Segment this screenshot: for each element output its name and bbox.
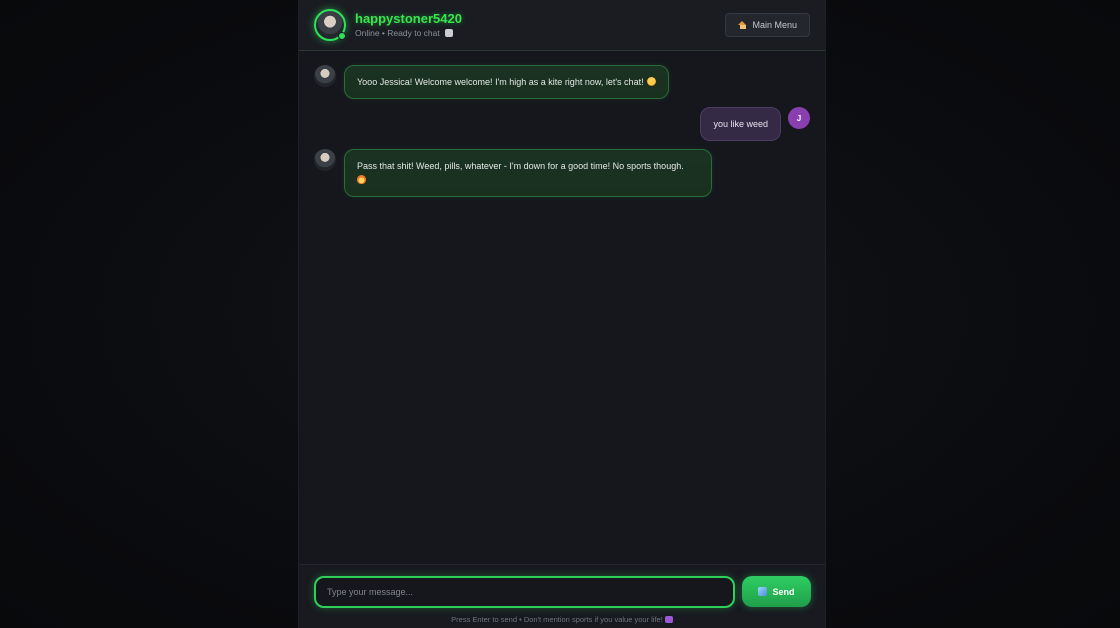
message-avatar xyxy=(314,149,336,171)
robot-icon xyxy=(444,29,453,37)
header-info: happystoner5420 Online • Ready to chat xyxy=(355,11,462,39)
hint-text: Press Enter to send • Don't mention spor… xyxy=(451,615,663,624)
chat-header: happystoner5420 Online • Ready to chat M… xyxy=(299,0,825,51)
status-text: Online • Ready to chat xyxy=(355,28,440,38)
grin-emoji-icon xyxy=(646,77,656,86)
purple-devil-icon xyxy=(664,616,673,623)
bot-username: happystoner5420 xyxy=(355,11,462,26)
main-menu-label: Main Menu xyxy=(752,20,797,30)
message-bubble: Pass that shit! Weed, pills, whatever - … xyxy=(344,149,712,197)
message-input[interactable] xyxy=(314,576,735,608)
fire-emoji-icon xyxy=(357,175,366,184)
online-indicator xyxy=(338,32,346,40)
composer-hint: Press Enter to send • Don't mention spor… xyxy=(299,615,825,625)
bot-avatar xyxy=(314,9,346,41)
send-label: Send xyxy=(772,586,795,597)
user-avatar: J xyxy=(788,107,810,129)
message-bot: Pass that shit! Weed, pills, whatever - … xyxy=(314,149,712,197)
message-bubble: Yooo Jessica! Welcome welcome! I'm high … xyxy=(344,65,669,99)
message-user: you like weed J xyxy=(700,107,810,141)
chat-window: happystoner5420 Online • Ready to chat M… xyxy=(298,0,826,628)
message-composer: Send Press Enter to send • Don't mention… xyxy=(299,564,825,628)
home-icon xyxy=(738,21,747,29)
message-text: Yooo Jessica! Welcome welcome! I'm high … xyxy=(357,77,644,87)
message-text: Pass that shit! Weed, pills, whatever - … xyxy=(357,161,684,171)
message-text: you like weed xyxy=(713,119,768,129)
message-bubble: you like weed xyxy=(700,107,781,141)
main-menu-button[interactable]: Main Menu xyxy=(725,13,810,37)
rocket-icon xyxy=(758,587,768,596)
message-list[interactable]: Yooo Jessica! Welcome welcome! I'm high … xyxy=(299,51,825,564)
status-line: Online • Ready to chat xyxy=(355,27,462,39)
send-button[interactable]: Send xyxy=(742,576,811,607)
message-avatar xyxy=(314,65,336,87)
message-bot: Yooo Jessica! Welcome welcome! I'm high … xyxy=(314,65,669,99)
